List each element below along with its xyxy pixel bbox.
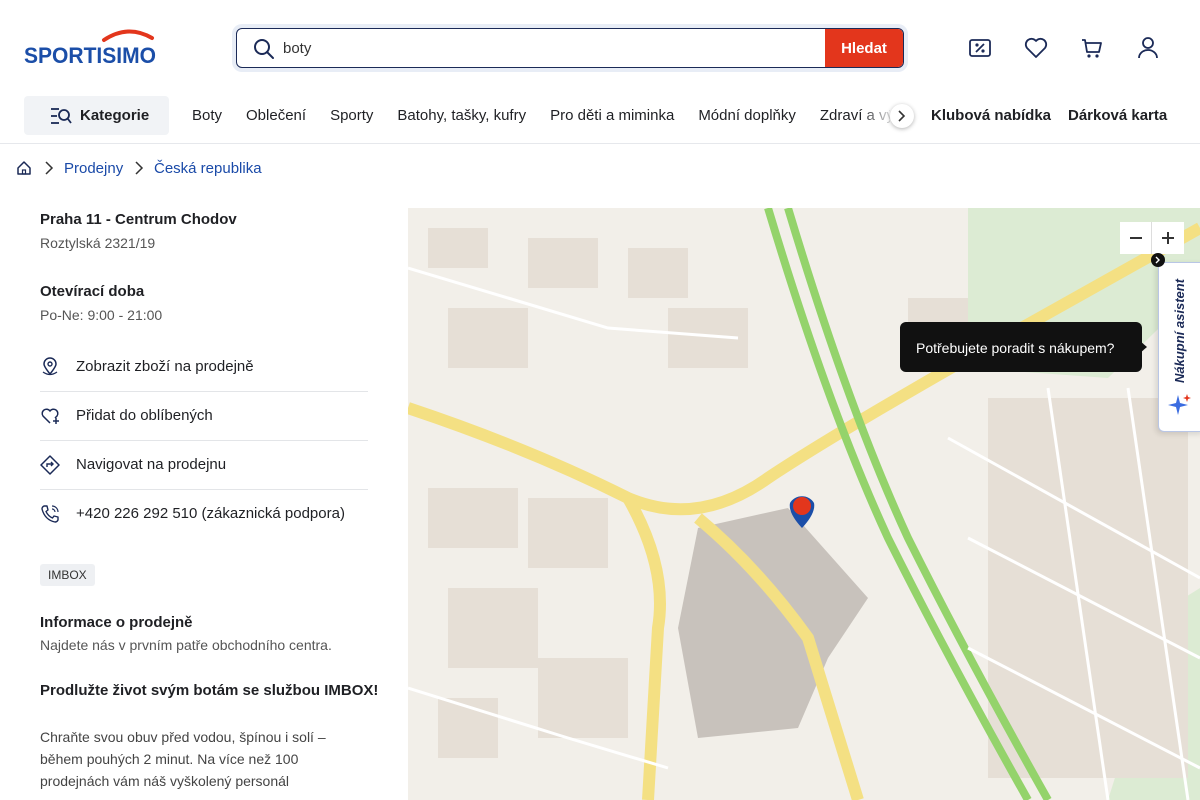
phone-label: +420 226 292 510 (zákaznická podpora) — [76, 505, 345, 522]
heart-icon[interactable] — [1022, 34, 1050, 62]
minus-icon — [1130, 237, 1142, 239]
nav-item-batohy[interactable]: Batohy, tašky, kufry — [385, 96, 538, 135]
zoom-in-button[interactable] — [1152, 222, 1184, 254]
breadcrumb-prodejny[interactable]: Prodejny — [64, 160, 123, 177]
heart-plus-icon — [41, 408, 59, 424]
plus-icon — [1162, 232, 1174, 244]
search-button[interactable]: Hledat — [825, 29, 903, 67]
store-map[interactable] — [408, 208, 1200, 800]
nav-item-obleceni[interactable]: Oblečení — [234, 96, 318, 135]
phone-icon — [41, 505, 59, 523]
nav-item-sporty[interactable]: Sporty — [318, 96, 385, 135]
assistant-tooltip: Potřebujete poradit s nákupem? — [900, 322, 1142, 372]
navigate-icon — [40, 455, 60, 475]
sportisimo-logo[interactable]: SPORTISIMO — [24, 28, 158, 66]
store-about-text: Najdete nás v prvním patře obchodního ce… — [40, 637, 332, 653]
chevron-right-icon — [135, 161, 144, 175]
map-background — [408, 208, 1200, 800]
show-goods-label: Zobrazit zboží na prodejně — [76, 358, 254, 375]
sparkle-icon — [1168, 394, 1191, 415]
nav-items: Boty Oblečení Sporty Batohy, tašky, kufry Pr… — [180, 96, 890, 136]
discount-icon[interactable] — [966, 34, 994, 62]
nav-item-doplnky[interactable]: Módní doplňky — [686, 96, 808, 135]
chevron-right-icon — [1155, 256, 1160, 264]
add-favorite-label: Přidat do oblíbených — [76, 407, 213, 424]
imbox-promo: Prodlužte život svým botám se službou IM… — [40, 682, 379, 699]
user-icon[interactable] — [1134, 34, 1162, 62]
store-address: Roztylská 2321/19 — [40, 235, 156, 251]
tooltip-arrow — [1140, 341, 1147, 353]
add-favorite-link[interactable]: Přidat do oblíbených — [40, 392, 368, 441]
nav-gift-card[interactable]: Dárková karta — [1068, 107, 1167, 124]
nav-item-deti[interactable]: Pro děti a miminka — [538, 96, 686, 135]
opening-hours-value: Po-Ne: 9:00 - 21:00 — [40, 307, 163, 323]
categories-button[interactable]: Kategorie — [24, 96, 169, 135]
menu-search-icon — [51, 108, 72, 124]
search-icon — [254, 39, 274, 59]
nav-scroll-right-button[interactable] — [890, 104, 914, 128]
nav-club-offer[interactable]: Klubová nabídka — [931, 107, 1051, 124]
search-bar: Hledat — [236, 28, 904, 68]
breadcrumb-cr[interactable]: Česká republika — [154, 160, 262, 177]
navigate-link[interactable]: Navigovat na prodejnu — [40, 441, 368, 490]
navigate-label: Navigovat na prodejnu — [76, 456, 227, 473]
nav-item-boty[interactable]: Boty — [180, 96, 234, 135]
phone-link[interactable]: +420 226 292 510 (zákaznická podpora) — [40, 490, 368, 539]
chevron-right-icon — [45, 161, 54, 175]
home-icon[interactable] — [16, 160, 32, 176]
map-pin-icon — [42, 357, 58, 376]
chevron-right-icon — [898, 110, 906, 122]
search-input[interactable] — [283, 29, 823, 67]
header: SPORTISIMO Hledat — [0, 0, 1200, 96]
imbox-tag: IMBOX — [40, 564, 95, 586]
show-goods-link[interactable]: Zobrazit zboží na prodejně — [40, 343, 368, 392]
store-name: Praha 11 - Centrum Chodov — [40, 211, 237, 228]
imbox-description: Chraňte svou obuv před vodou, špínou i s… — [40, 729, 326, 789]
zoom-out-button[interactable] — [1120, 222, 1152, 254]
main-nav: Kategorie Boty Oblečení Sporty Batohy, tašk… — [0, 96, 1200, 144]
cart-icon[interactable] — [1078, 34, 1106, 62]
assistant-close-button[interactable] — [1151, 253, 1165, 267]
svg-text:SPORTISIMO: SPORTISIMO — [24, 43, 156, 66]
categories-label: Kategorie — [80, 107, 150, 124]
store-about-title: Informace o prodejně — [40, 614, 193, 631]
opening-hours-title: Otevírací doba — [40, 283, 145, 300]
assistant-label: Nákupní asistent — [1172, 278, 1187, 383]
